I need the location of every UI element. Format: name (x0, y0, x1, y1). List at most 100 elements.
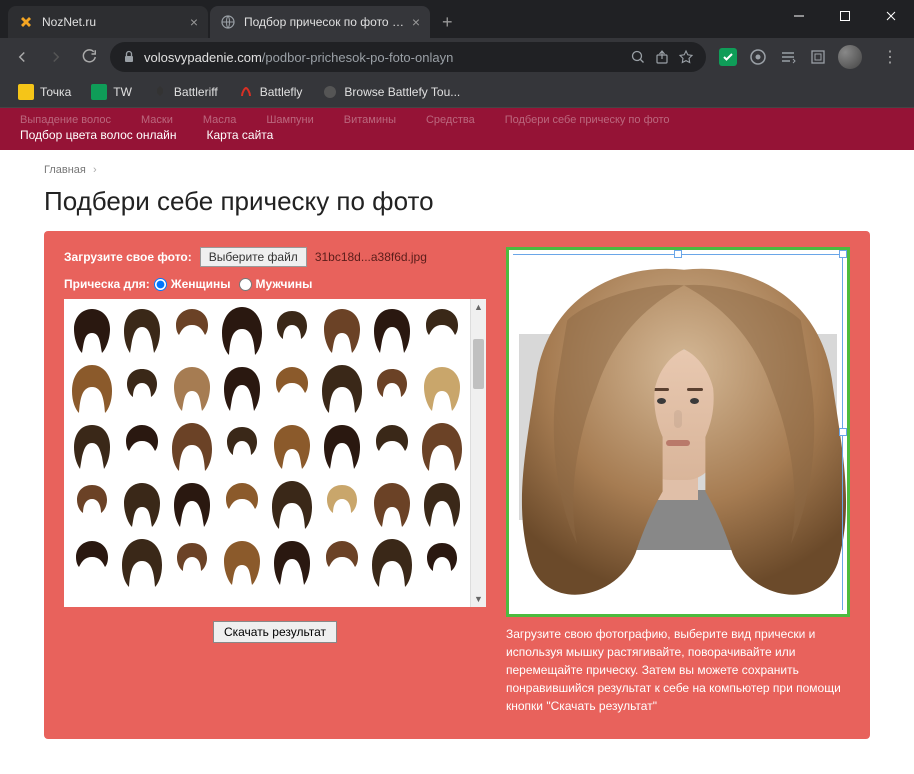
preview-canvas[interactable] (506, 247, 850, 617)
bookmarks-bar: Точка TW Battleriff Battlefly Browse Bat… (0, 76, 914, 108)
hairstyle-thumbnail[interactable] (368, 303, 416, 359)
scroll-down-icon[interactable]: ▼ (471, 591, 486, 607)
main-panel: Загрузите свое фото: Выберите файл 31bc1… (44, 231, 870, 739)
tab-close-icon[interactable]: × (412, 14, 420, 30)
resize-handle[interactable] (839, 428, 847, 436)
share-icon[interactable] (654, 49, 670, 65)
hairstyle-thumbnail[interactable] (218, 535, 266, 591)
hairstyle-thumbnail[interactable] (218, 477, 266, 533)
breadcrumb: Главная › (0, 150, 914, 176)
gender-female-label[interactable]: Женщины (171, 277, 231, 291)
download-result-button[interactable]: Скачать результат (213, 621, 337, 643)
nav-link[interactable]: Маски (141, 114, 173, 126)
hairstyle-thumbnail[interactable] (68, 303, 116, 359)
selected-filename: 31bc18d...a38f6d.jpg (315, 250, 427, 264)
hairstyle-thumbnail[interactable] (318, 361, 366, 417)
browser-tab[interactable]: NozNet.ru × (8, 6, 208, 38)
minimize-button[interactable] (776, 0, 822, 32)
hairstyle-thumbnail[interactable] (118, 419, 166, 475)
hairstyle-thumbnail[interactable] (118, 303, 166, 359)
star-icon[interactable] (678, 49, 694, 65)
tab-close-icon[interactable]: × (190, 14, 198, 30)
bookmark-label: Battleriff (174, 85, 218, 99)
extension-icon[interactable] (808, 47, 828, 67)
profile-avatar[interactable] (838, 45, 862, 69)
hairstyle-thumbnail[interactable] (168, 303, 216, 359)
bookmark-item[interactable]: Battleriff (144, 80, 226, 104)
breadcrumb-home[interactable]: Главная (44, 164, 86, 176)
hairstyle-overlay[interactable] (509, 262, 850, 612)
hairstyle-thumbnail[interactable] (168, 477, 216, 533)
gender-male-label[interactable]: Мужчины (256, 277, 313, 291)
scroll-up-icon[interactable]: ▲ (471, 299, 486, 315)
bookmark-item[interactable]: TW (83, 80, 140, 104)
close-button[interactable] (868, 0, 914, 32)
hairstyle-thumbnail[interactable] (68, 535, 116, 591)
hairstyle-thumbnail[interactable] (418, 477, 466, 533)
gender-female-radio[interactable] (154, 278, 167, 291)
globe-icon (220, 14, 236, 30)
hairstyle-thumbnail[interactable] (268, 477, 316, 533)
hairstyle-thumbnail[interactable] (118, 361, 166, 417)
hairstyle-thumbnail[interactable] (218, 419, 266, 475)
scrollbar[interactable]: ▲ ▼ (470, 299, 486, 607)
bookmark-item[interactable]: Точка (10, 80, 79, 104)
hairstyle-thumbnail[interactable] (268, 303, 316, 359)
hairstyle-thumbnail[interactable] (268, 535, 316, 591)
hairstyle-thumbnail[interactable] (218, 303, 266, 359)
hairstyle-thumbnail[interactable] (318, 419, 366, 475)
hairstyle-thumbnail[interactable] (118, 477, 166, 533)
hairstyle-thumbnail[interactable] (118, 535, 166, 591)
bookmark-favicon-icon (152, 84, 168, 100)
hairstyle-thumbnail[interactable] (418, 361, 466, 417)
nav-link[interactable]: Подбери себе прическу по фото (505, 114, 670, 126)
hairstyle-thumbnail[interactable] (318, 535, 366, 591)
site-nav: Выпадение волос Маски Масла Шампуни Вита… (0, 108, 914, 150)
scroll-thumb[interactable] (473, 339, 484, 389)
hairstyle-thumbnail[interactable] (418, 535, 466, 591)
address-bar[interactable]: volosvypadenie.com/podbor-prichesok-po-f… (110, 42, 706, 72)
hairstyle-thumbnail[interactable] (68, 477, 116, 533)
resize-handle[interactable] (674, 250, 682, 258)
tab-title: NozNet.ru (42, 15, 184, 29)
nav-link[interactable]: Средства (426, 114, 475, 126)
hairstyle-thumbnail[interactable] (368, 477, 416, 533)
gender-male-radio[interactable] (239, 278, 252, 291)
hairstyle-thumbnail[interactable] (168, 361, 216, 417)
hairstyle-thumbnail[interactable] (418, 303, 466, 359)
nav-link[interactable]: Выпадение волос (20, 114, 111, 126)
hairstyle-thumbnail[interactable] (268, 419, 316, 475)
bookmark-item[interactable]: Browse Battlefy Tou... (314, 80, 468, 104)
hairstyle-thumbnail[interactable] (368, 361, 416, 417)
extension-icon[interactable] (778, 47, 798, 67)
hairstyle-thumbnail[interactable] (418, 419, 466, 475)
maximize-button[interactable] (822, 0, 868, 32)
extension-icon[interactable] (718, 47, 738, 67)
choose-file-button[interactable]: Выберите файл (200, 247, 307, 267)
hairstyle-thumbnail[interactable] (268, 361, 316, 417)
nav-link[interactable]: Шампуни (266, 114, 313, 126)
hairstyle-thumbnail[interactable] (218, 361, 266, 417)
browser-tab[interactable]: Подбор причесок по фото онла × (210, 6, 430, 38)
hairstyle-thumbnail[interactable] (68, 361, 116, 417)
nav-link[interactable]: Подбор цвета волос онлайн (20, 128, 176, 142)
search-icon[interactable] (630, 49, 646, 65)
hairstyle-thumbnail[interactable] (168, 535, 216, 591)
hairstyle-thumbnail[interactable] (368, 419, 416, 475)
nav-link[interactable]: Карта сайта (206, 128, 273, 142)
hairstyle-thumbnail[interactable] (68, 419, 116, 475)
hairstyle-thumbnail[interactable] (368, 535, 416, 591)
resize-handle[interactable] (839, 250, 847, 258)
new-tab-button[interactable]: + (432, 8, 463, 37)
nav-link[interactable]: Масла (203, 114, 236, 126)
nav-link[interactable]: Витамины (344, 114, 396, 126)
extension-icon[interactable] (748, 47, 768, 67)
hairstyle-thumbnail[interactable] (318, 303, 366, 359)
reload-button[interactable] (76, 43, 104, 71)
hairstyle-thumbnail[interactable] (318, 477, 366, 533)
hairstyle-thumbnail[interactable] (168, 419, 216, 475)
browser-menu-button[interactable]: ⋮ (874, 47, 906, 67)
bookmark-item[interactable]: Battlefly (230, 80, 311, 104)
back-button[interactable] (8, 43, 36, 71)
forward-button[interactable] (42, 43, 70, 71)
